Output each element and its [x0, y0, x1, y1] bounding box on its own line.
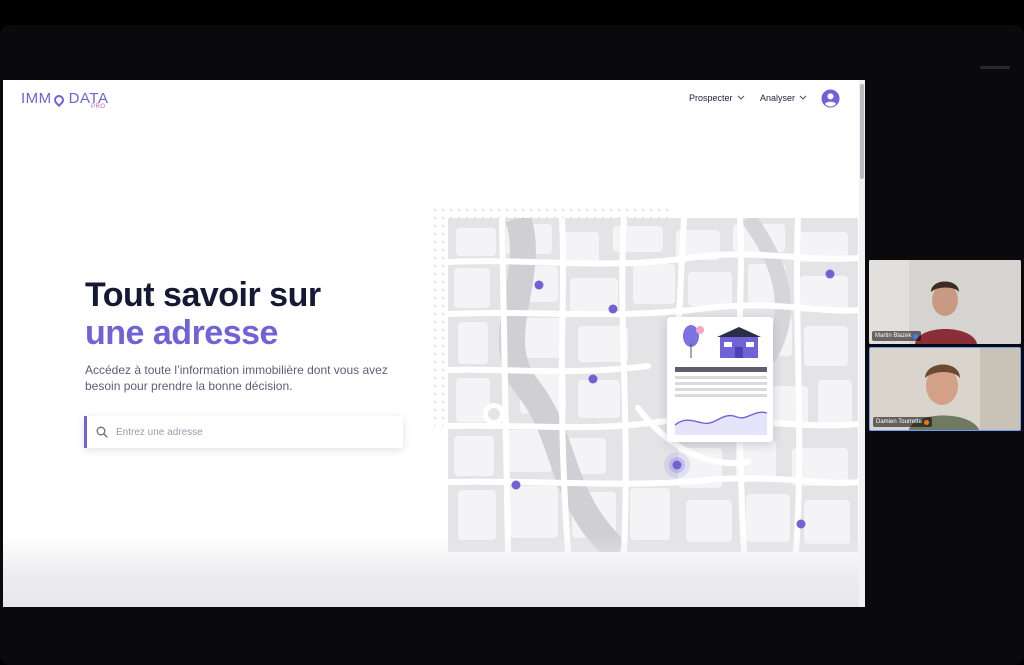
hero-title: Tout savoir sur une adresse [85, 276, 321, 352]
user-circle-icon[interactable] [821, 89, 840, 108]
map-marker [534, 280, 544, 290]
map-marker [796, 519, 806, 529]
scrollbar[interactable] [859, 80, 865, 607]
nav-prospecter-label: Prospecter [689, 93, 733, 103]
chevron-down-icon [799, 95, 807, 100]
participant-name-tag: Damien Tourrette [873, 417, 932, 427]
hero-title-line1: Tout savoir sur [85, 276, 321, 314]
chevron-down-icon [737, 95, 744, 100]
nav-prospecter[interactable]: Prospecter [689, 93, 745, 103]
window-handle [980, 66, 1010, 69]
participant-name-tag: Martin Blazek [872, 331, 922, 341]
participant-name: Martin Blazek [875, 333, 912, 339]
location-pin-icon [51, 92, 66, 107]
top-navigation: IMM DATA PRO Prospecter Analyser [3, 80, 859, 118]
property-card-illustration [674, 325, 768, 435]
map-marker [588, 374, 598, 384]
house-icon [717, 327, 761, 358]
hero-subtitle: Accédez à toute l’information immobilièr… [85, 363, 388, 393]
bottom-fade [3, 535, 859, 607]
property-info-card [667, 317, 773, 442]
map-marker [511, 480, 521, 490]
selected-map-marker [672, 460, 682, 470]
logo[interactable]: IMM DATA PRO [21, 90, 108, 110]
participant-name: Damien Tourrette [876, 419, 922, 425]
video-tile-participant-2[interactable]: Damien Tourrette [869, 347, 1021, 431]
map-markers [511, 269, 835, 529]
microphone-muted-icon [923, 419, 929, 425]
scrollbar-thumb[interactable] [860, 84, 864, 179]
microphone-icon [913, 333, 919, 339]
map-marker [825, 269, 835, 279]
nav-analyser[interactable]: Analyser [760, 93, 807, 103]
browser-viewport: IMM DATA PRO Prospecter Analyser Tout sa… [3, 80, 865, 607]
logo-suffix: PRO [91, 104, 106, 110]
search-icon [96, 426, 108, 438]
map-marker [608, 304, 618, 314]
nav-analyser-label: Analyser [760, 93, 796, 103]
address-search-box[interactable] [84, 416, 403, 448]
hero-title-line2: une adresse [85, 314, 278, 352]
video-tile-participant-1[interactable]: Martin Blazek [869, 260, 1021, 344]
logo-text-left: IMM [21, 90, 52, 107]
city-map-illustration [448, 218, 858, 552]
address-search-input[interactable] [114, 425, 378, 439]
